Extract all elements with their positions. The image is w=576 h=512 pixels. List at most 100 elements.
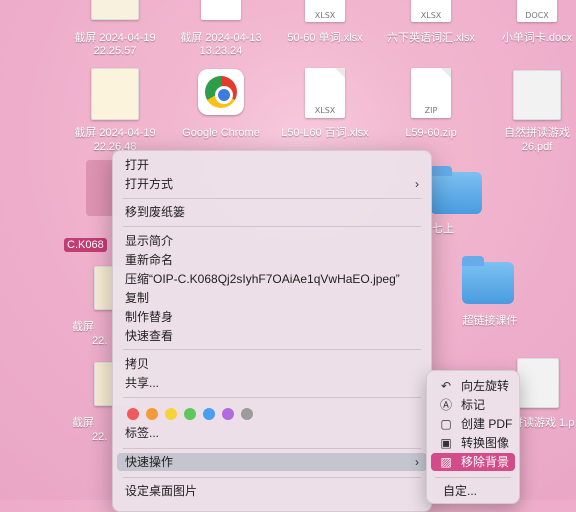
menu-item-open-with[interactable]: 打开方式 ›: [125, 175, 421, 193]
desktop-icon-xlsx-1[interactable]: XLSX 50-60 单词.xlsx: [270, 0, 380, 50]
desktop-icon-zip-1[interactable]: ZIP L59-60.zip: [376, 66, 486, 146]
rotate-left-icon: ↶: [440, 379, 452, 393]
tag-color-2[interactable]: [146, 407, 158, 420]
remove-background-icon: ▨: [440, 455, 452, 469]
menu-item-label: 压缩“OIP-C.K068Qj2sIyhF7OAiAe1qVwHaEO.jpeg…: [125, 272, 400, 286]
menu-item-label: 打开: [125, 158, 150, 172]
file-type-badge: XLSX: [314, 106, 336, 115]
desktop-icon-pdf-1[interactable]: 自然拼读游戏 26.pdf: [482, 66, 576, 153]
pdf-thumbnail: [517, 358, 559, 408]
menu-item-label: 标签...: [125, 426, 160, 440]
tag-color-6[interactable]: [222, 407, 234, 420]
icon-label: 截屏 2024-04-13: [180, 32, 262, 44]
icon-label: L50-L60 百词.xlsx: [281, 127, 369, 139]
menu-item-duplicate[interactable]: 复制: [125, 289, 421, 307]
menu-separator: [123, 226, 421, 227]
pdf-thumbnail: [513, 70, 561, 120]
image-thumbnail: [91, 68, 139, 120]
submenu-item-label: 标记: [461, 398, 486, 412]
file-type-badge: DOCX: [525, 11, 549, 20]
chevron-right-icon: ›: [415, 455, 419, 469]
menu-item-label: 重新命名: [125, 253, 174, 267]
selected-file-label: C.K068: [64, 238, 107, 252]
desktop-icon-xlsx-3[interactable]: XLSX L50-L60 百词.xlsx: [270, 66, 380, 146]
context-menu: 打开 打开方式 › 移到废纸篓 显示简介 重新命名 压缩“OIP-C.K068Qj…: [112, 150, 432, 512]
submenu-item-label: 移除背景: [461, 455, 510, 469]
menu-item-label: 复制: [125, 291, 150, 305]
desktop-icon-screenshot-3[interactable]: 截屏 2024-04-19 22.26.48: [60, 66, 170, 153]
menu-item-copy[interactable]: 拷贝: [125, 355, 421, 373]
submenu-item-label: 自定...: [443, 484, 478, 498]
folder-icon: [462, 256, 514, 304]
submenu-item-convert-image[interactable]: ▣ 转换图像: [431, 434, 515, 452]
file-type-badge: XLSX: [420, 11, 442, 20]
icon-label: Google Chrome: [182, 127, 260, 139]
pdf-icon: ▢: [440, 417, 452, 431]
submenu-item-label: 向左旋转: [461, 379, 510, 393]
icon-label: 截屏 2024-04-19: [74, 32, 156, 44]
icon-label-line2: 22.25.57: [93, 45, 137, 57]
desktop-icon-folder-2[interactable]: 超链接课件: [440, 254, 540, 334]
icon-label-line2: 13.23.24: [199, 45, 243, 57]
folder-icon: [430, 166, 482, 214]
desktop-icon-xlsx-2[interactable]: XLSX 六下英语词汇.xlsx: [376, 0, 486, 50]
image-thumbnail: [91, 0, 139, 20]
icon-label: 截屏 2024-04-19: [74, 127, 156, 139]
desktop-icon-screenshot-2[interactable]: 截屏 2024-04-13 13.23.24: [166, 0, 276, 60]
convert-image-icon: ▣: [440, 436, 452, 450]
desktop-icon-screenshot-1[interactable]: 截屏 2024-04-19 22.25.57: [60, 0, 170, 60]
menu-item-label: 快速操作: [125, 455, 174, 469]
tag-color-7[interactable]: [241, 407, 253, 420]
icon-label: 六下英语词汇.xlsx: [387, 32, 475, 44]
menu-item-get-info[interactable]: 显示简介: [125, 232, 421, 250]
icon-label-line2: 26.pdf: [521, 141, 553, 153]
menu-item-label: 设定桌面图片: [125, 484, 198, 498]
submenu-item-markup[interactable]: Ⓐ 标记: [431, 396, 515, 414]
file-type-badge: ZIP: [424, 106, 438, 115]
menu-item-open[interactable]: 打开: [125, 156, 421, 174]
menu-item-label: 拷贝: [125, 357, 150, 371]
submenu-item-label: 转换图像: [461, 436, 510, 450]
menu-item-share[interactable]: 共享...: [125, 374, 421, 392]
menu-separator: [123, 349, 421, 350]
icon-label: L59-60.zip: [405, 127, 457, 139]
quick-actions-submenu: ↶ 向左旋转 Ⓐ 标记 ▢ 创建 PDF ▣ 转换图像 ▨ 移除背景 自定...: [426, 370, 520, 504]
submenu-item-customize[interactable]: 自定...: [431, 482, 515, 500]
tag-color-1[interactable]: [127, 407, 139, 420]
menu-separator: [123, 198, 421, 199]
markup-icon: Ⓐ: [439, 398, 452, 412]
menu-item-label: 制作替身: [125, 310, 174, 324]
menu-item-label: 移到废纸篓: [125, 205, 186, 219]
chrome-icon: [198, 69, 244, 115]
menu-item-label: 打开方式: [125, 177, 174, 191]
menu-item-rename[interactable]: 重新命名: [125, 251, 421, 269]
menu-item-move-to-trash[interactable]: 移到废纸篓: [125, 203, 421, 221]
tag-color-4[interactable]: [184, 407, 196, 420]
icon-label: 50-60 单词.xlsx: [287, 32, 363, 44]
chevron-right-icon: ›: [415, 177, 419, 191]
menu-separator: [123, 477, 421, 478]
tag-color-row: [127, 405, 260, 420]
file-type-badge: XLSX: [314, 11, 336, 20]
submenu-separator: [435, 477, 511, 478]
menu-item-label: 显示简介: [125, 234, 174, 248]
desktop-icon-chrome[interactable]: Google Chrome: [166, 66, 276, 146]
menu-item-quick-look[interactable]: 快速查看: [125, 327, 421, 345]
menu-item-compress[interactable]: 压缩“OIP-C.K068Qj2sIyhF7OAiAe1qVwHaEO.jpeg…: [125, 270, 421, 288]
menu-item-make-alias[interactable]: 制作替身: [125, 308, 421, 326]
tag-color-3[interactable]: [165, 407, 177, 420]
menu-item-set-desktop-picture[interactable]: 设定桌面图片: [125, 482, 421, 500]
submenu-item-label: 创建 PDF: [461, 417, 513, 431]
submenu-item-remove-background[interactable]: ▨ 移除背景: [431, 453, 515, 471]
submenu-item-create-pdf[interactable]: ▢ 创建 PDF: [431, 415, 515, 433]
submenu-item-rotate-left[interactable]: ↶ 向左旋转: [431, 377, 515, 395]
menu-separator: [123, 397, 421, 398]
icon-label: 小单词卡.docx: [501, 32, 573, 44]
desktop-icon-docx-1[interactable]: DOCX 小单词卡.docx: [482, 0, 576, 50]
menu-item-tags[interactable]: 标签...: [125, 424, 421, 442]
icon-label: 自然拼读游戏: [504, 127, 570, 139]
menu-item-label: 共享...: [125, 376, 160, 390]
menu-item-quick-actions[interactable]: 快速操作 ›: [117, 453, 427, 471]
tag-color-5[interactable]: [203, 407, 215, 420]
menu-item-label: 快速查看: [125, 329, 174, 343]
